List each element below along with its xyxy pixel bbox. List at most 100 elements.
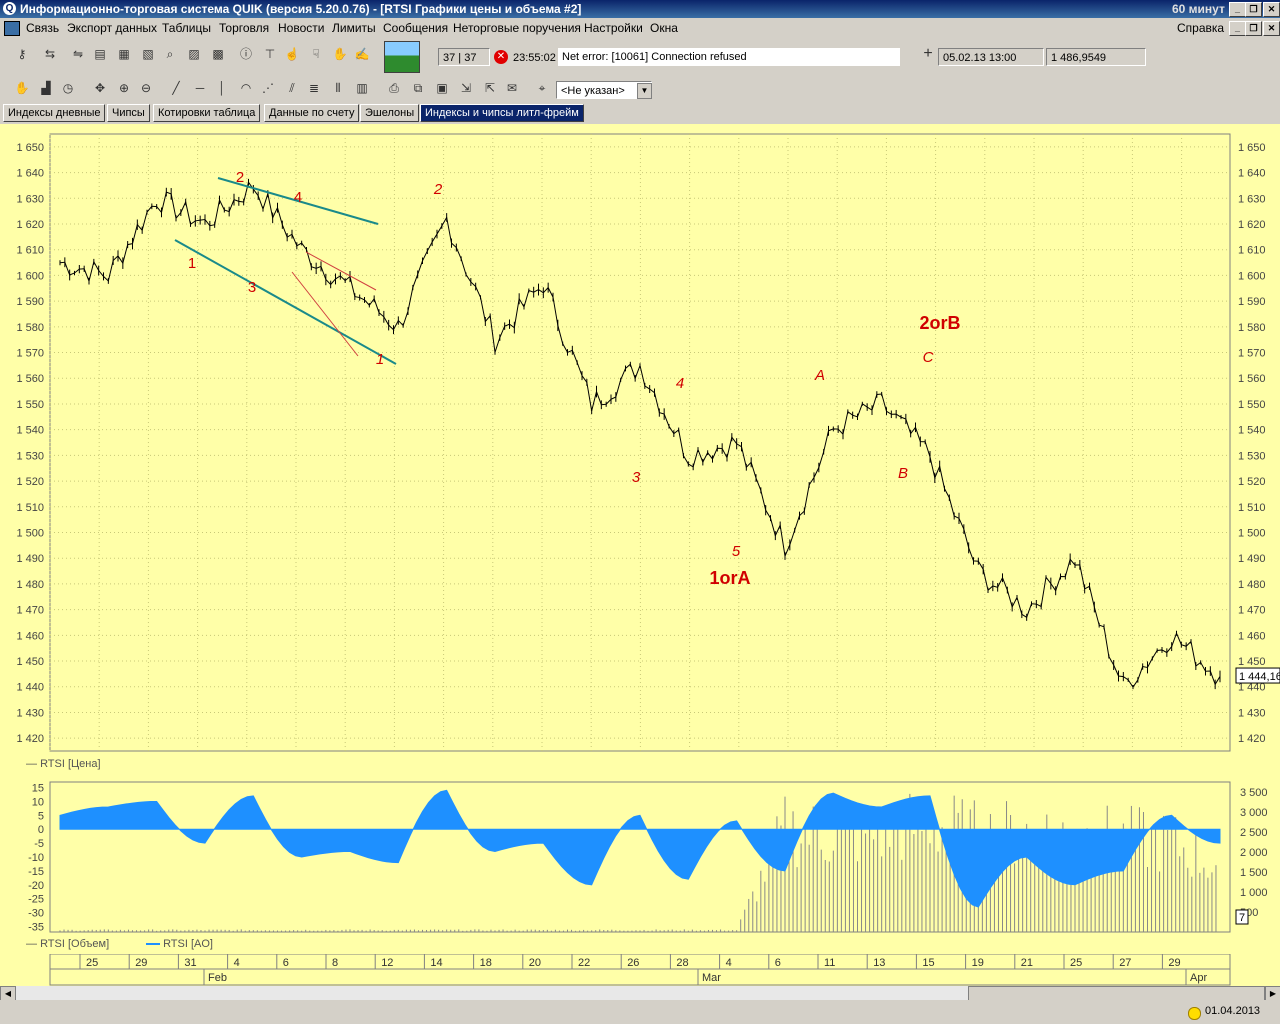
menu-item-limits[interactable]: Лимиты bbox=[332, 21, 376, 35]
price-y-tick-label: 1 520 bbox=[16, 476, 44, 488]
ao-legend-swatch bbox=[146, 943, 160, 946]
price-y-tick-label-right: 1 540 bbox=[1238, 425, 1266, 437]
scrollbar-thumb[interactable] bbox=[968, 986, 1265, 1001]
scroll-right-icon[interactable]: ▶ bbox=[1265, 986, 1280, 1001]
indicator-chart[interactable]: 1510 5 0 -5 -10 -15 -20 -25 -30-35 3 500 3 000 2 50… bbox=[0, 774, 1280, 954]
menu-item-export[interactable]: Экспорт данных bbox=[67, 21, 157, 35]
horizontal-scrollbar[interactable]: ◀ ▶ bbox=[0, 986, 1280, 1001]
tab-indices-chips-little-frame[interactable]: Индексы и чипсы литл-фрейм bbox=[420, 104, 584, 122]
price-y-tick-label: 1 530 bbox=[16, 450, 44, 462]
tab-echelons[interactable]: Эшелоны bbox=[360, 104, 420, 122]
price-y-tick-label: 1 620 bbox=[16, 219, 44, 231]
price-chart-panel[interactable]: 1 650 1 650 1 640 1 640 1 630 1 630 1 620 1 620… bbox=[0, 124, 1280, 774]
wave-annotation-label: 4 bbox=[676, 375, 684, 392]
tab-quotes-table[interactable]: Котировки таблица bbox=[153, 104, 261, 122]
wave-annotation-label: 1 bbox=[376, 351, 384, 368]
export-icon[interactable]: ⇲ bbox=[456, 78, 476, 98]
portfolio-icon[interactable]: ▩ bbox=[208, 44, 228, 64]
tab-daily-indices[interactable]: Индексы дневные bbox=[3, 104, 106, 122]
chart-thumbnail-icon[interactable] bbox=[384, 41, 420, 73]
volume-y-tick-label: 3 000 bbox=[1240, 807, 1268, 819]
hand-icon[interactable]: ✋ bbox=[12, 78, 32, 98]
child-close-button[interactable]: ✕ bbox=[1263, 21, 1280, 36]
dropdown-arrow-icon[interactable]: ▼ bbox=[637, 83, 652, 99]
time-axis-day-label: 31 bbox=[184, 957, 196, 969]
sell-hand-icon[interactable]: ☟ bbox=[306, 44, 326, 64]
wave-annotation-label: 5 bbox=[732, 543, 741, 560]
scroll-left-icon[interactable]: ◀ bbox=[0, 986, 16, 1001]
search-table-icon[interactable]: ⌕ bbox=[160, 44, 180, 64]
tab-account-data[interactable]: Данные по счету bbox=[264, 104, 360, 122]
fibo-levels-icon[interactable]: ≣ bbox=[304, 78, 324, 98]
zoom-in-icon[interactable]: ⊕ bbox=[114, 78, 134, 98]
move-icon[interactable]: ✥ bbox=[90, 78, 110, 98]
child-restore-button[interactable]: ❐ bbox=[1245, 21, 1262, 36]
menu-item-windows[interactable]: Окна bbox=[650, 21, 678, 35]
clock-icon[interactable]: ◷ bbox=[58, 78, 78, 98]
volume-legend-text: RTSI [Объем] bbox=[40, 938, 110, 950]
cancel-order-icon[interactable]: ✍ bbox=[352, 44, 372, 64]
arc-icon[interactable]: ◠ bbox=[236, 78, 256, 98]
price-chart[interactable]: 1 650 1 650 1 640 1 640 1 630 1 630 1 620 1 620… bbox=[0, 124, 1280, 774]
text-icon[interactable]: ▥ bbox=[352, 78, 372, 98]
crosshair-icon[interactable]: + bbox=[918, 44, 938, 64]
price-y-tick-label: 1 560 bbox=[16, 373, 44, 385]
print-icon[interactable]: ⎙ bbox=[384, 78, 404, 98]
buy-hand-icon[interactable]: ☝ bbox=[282, 44, 302, 64]
mail-icon[interactable]: ✉ bbox=[502, 78, 522, 98]
price-y-tick-label-right: 1 470 bbox=[1238, 605, 1266, 617]
menu-item-nontrade-orders[interactable]: Неторговые поручения bbox=[453, 21, 581, 35]
ao-legend: RTSI [AO] bbox=[146, 938, 213, 950]
menu-item-help[interactable]: Справка bbox=[1177, 21, 1224, 35]
menu-item-news[interactable]: Новости bbox=[278, 21, 324, 35]
zoom-out-icon[interactable]: ⊖ bbox=[136, 78, 156, 98]
disconnect-icon[interactable]: ⇋ bbox=[68, 44, 88, 64]
time-zones-icon[interactable]: ⫴ bbox=[328, 78, 348, 98]
price-y-tick-label-right: 1 580 bbox=[1238, 322, 1266, 334]
paste-icon[interactable]: ▣ bbox=[432, 78, 452, 98]
price-y-tick-label-right: 1 490 bbox=[1238, 553, 1266, 565]
ao-y-tick-label: -25 bbox=[28, 894, 44, 906]
orders-icon[interactable]: ▧ bbox=[138, 44, 158, 64]
menu-item-tables[interactable]: Таблицы bbox=[162, 21, 211, 35]
trend-line-icon[interactable]: ╱ bbox=[166, 78, 186, 98]
price-legend: — RTSI [Цена] bbox=[26, 758, 101, 770]
pin-icon[interactable]: ⊤ bbox=[260, 44, 280, 64]
price-y-tick-label-right: 1 620 bbox=[1238, 219, 1266, 231]
menu-item-messages[interactable]: Сообщения bbox=[383, 21, 448, 35]
chart-properties-icon[interactable]: ▟ bbox=[36, 78, 56, 98]
price-y-tick-label-right: 1 610 bbox=[1238, 245, 1266, 257]
info-icon[interactable]: ⓘ bbox=[236, 44, 256, 64]
price-y-tick-label: 1 550 bbox=[16, 399, 44, 411]
fan-icon[interactable]: ⋰ bbox=[258, 78, 278, 98]
cursor-settings-icon[interactable]: ⌖ bbox=[532, 78, 552, 98]
restore-button[interactable]: ❐ bbox=[1245, 2, 1262, 17]
trades-icon[interactable]: ▨ bbox=[184, 44, 204, 64]
time-axis-day-label: 6 bbox=[283, 957, 289, 969]
indicator-panel[interactable]: 15 10 5 0 -5 -10 -15 -20 -25 -30 -35 3 500 3 000 2 50… bbox=[0, 774, 1280, 954]
table-icon[interactable]: ▤ bbox=[90, 44, 110, 64]
price-y-tick-label-right: 1 510 bbox=[1238, 502, 1266, 514]
minimize-button[interactable]: _ bbox=[1229, 2, 1246, 17]
copy-icon[interactable]: ⧉ bbox=[408, 78, 428, 98]
connection-status-icon bbox=[1188, 1007, 1201, 1020]
close-button[interactable]: ✕ bbox=[1263, 2, 1280, 17]
vertical-line-icon[interactable]: │ bbox=[212, 78, 232, 98]
child-minimize-button[interactable]: _ bbox=[1229, 21, 1246, 36]
horizontal-line-icon[interactable]: ─ bbox=[190, 78, 210, 98]
menu-item-settings[interactable]: Настройки bbox=[584, 21, 643, 35]
menu-item-connection[interactable]: Связь bbox=[26, 21, 59, 35]
key-icon[interactable]: ⚷ bbox=[12, 44, 32, 64]
tab-chips[interactable]: Чипсы bbox=[107, 104, 150, 122]
channel-icon[interactable]: ⫽ bbox=[282, 78, 302, 98]
quotes-icon[interactable]: ▦ bbox=[114, 44, 134, 64]
connect-icon[interactable]: ⇆ bbox=[40, 44, 60, 64]
volume-y-tick-label: 2 000 bbox=[1240, 847, 1268, 859]
menu-item-trading[interactable]: Торговля bbox=[219, 21, 269, 35]
wave-annotation-label: 2 bbox=[433, 181, 443, 198]
time-axis-day-label: 18 bbox=[480, 957, 492, 969]
price-y-tick-label-right: 1 450 bbox=[1238, 656, 1266, 668]
stop-order-icon[interactable]: ✋ bbox=[330, 44, 350, 64]
price-y-tick-label: 1 440 bbox=[16, 682, 44, 694]
import-icon[interactable]: ⇱ bbox=[480, 78, 500, 98]
